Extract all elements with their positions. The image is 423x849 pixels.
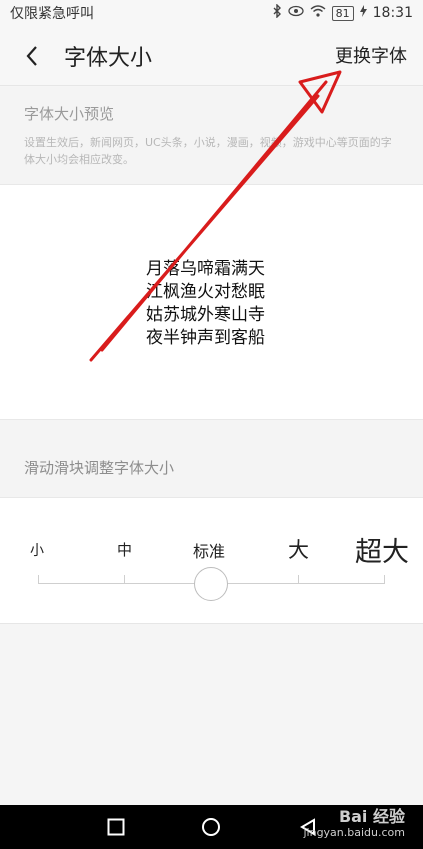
font-size-slider[interactable]: 小 中 标准 大 超大: [0, 498, 423, 624]
status-bar: 仅限紧急呼叫 81 18:31: [0, 0, 423, 26]
size-label-standard[interactable]: 标准: [193, 538, 225, 562]
slider-tick: [298, 575, 299, 583]
square-icon: [107, 818, 125, 836]
bluetooth-icon: [272, 3, 282, 22]
eye-icon: [287, 5, 304, 21]
size-label-small[interactable]: 小: [30, 540, 44, 560]
poem-line: 月落乌啼霜满天: [146, 259, 265, 279]
slider-section-header: 滑动滑块调整字体大小: [0, 420, 423, 498]
slider-tick: [38, 575, 39, 583]
slider-tick: [124, 575, 125, 583]
size-label-medium[interactable]: 中: [117, 539, 132, 560]
chevron-left-icon: [26, 45, 37, 66]
circle-icon: [202, 818, 220, 836]
baidu-jingyan-watermark: Bai 经验 jingyan.baidu.com: [303, 809, 405, 841]
slider-thumb[interactable]: [194, 567, 228, 601]
app-header: 字体大小 更换字体: [0, 26, 423, 86]
status-emergency-text: 仅限紧急呼叫: [10, 6, 94, 22]
clock: 18:31: [372, 5, 413, 21]
page-title: 字体大小: [64, 45, 153, 71]
size-label-extra-large[interactable]: 超大: [355, 530, 409, 569]
poem-line: 江枫渔火对愁眠: [146, 282, 265, 302]
watermark-site: jingyan.baidu.com: [303, 826, 405, 839]
system-nav-bar: Bai 经验 jingyan.baidu.com: [0, 805, 423, 849]
preview-section-header: 字体大小预览 设置生效后，新闻网页，UC头条，小说，漫画，视频，游戏中心等页面的…: [0, 87, 423, 185]
poem-line: 姑苏城外寒山寺: [146, 305, 265, 325]
wifi-icon: [310, 5, 326, 21]
recents-button[interactable]: [86, 805, 146, 849]
preview-description: 设置生效后，新闻网页，UC头条，小说，漫画，视频，游戏中心等页面的字体大小均会相…: [24, 136, 392, 166]
poem-line: 夜半钟声到客船: [146, 328, 265, 348]
size-label-large[interactable]: 大: [288, 534, 309, 564]
home-button[interactable]: [181, 805, 241, 849]
preview-panel: 月落乌啼霜满天 江枫渔火对愁眠 姑苏城外寒山寺 夜半钟声到客船: [0, 185, 423, 420]
preview-title: 字体大小预览: [24, 105, 115, 123]
charging-icon: [359, 5, 367, 21]
poem-preview: 月落乌啼霜满天 江枫渔火对愁眠 姑苏城外寒山寺 夜半钟声到客船: [146, 258, 265, 350]
back-button[interactable]: [10, 34, 54, 78]
battery-icon: 81: [331, 5, 354, 21]
watermark-logo: Bai 经验: [338, 807, 405, 826]
status-icons: 81 18:31: [272, 3, 413, 22]
slider-tick: [384, 575, 385, 583]
slider-title: 滑动滑块调整字体大小: [24, 459, 175, 477]
change-font-button[interactable]: 更换字体: [335, 42, 407, 68]
